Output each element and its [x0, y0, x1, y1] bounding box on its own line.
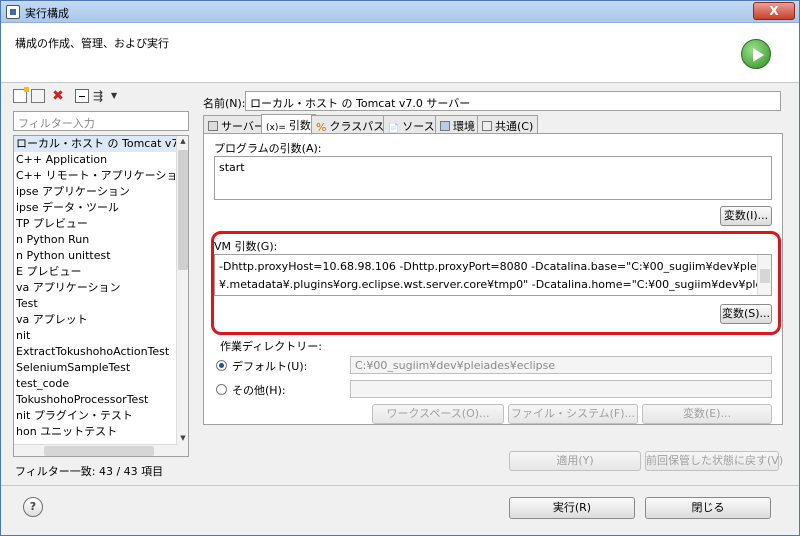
other-dir-label: その他(H):: [232, 384, 286, 397]
tree-item[interactable]: TP プレビュー: [14, 216, 178, 232]
name-label: 名前(N):: [203, 97, 246, 110]
header-description: 構成の作成、管理、および実行: [15, 37, 169, 50]
window-title: 実行構成: [25, 7, 69, 20]
name-field[interactable]: ローカル・ホスト の Tomcat v7.0 サーバー: [245, 91, 781, 111]
run-button[interactable]: 実行(R): [509, 497, 635, 519]
apply-button[interactable]: 適用(Y): [509, 451, 641, 471]
duplicate-config-icon[interactable]: [31, 89, 45, 103]
default-dir-label: デフォルト(U):: [232, 360, 308, 373]
filesystem-button[interactable]: ファイル・システム(F)...: [508, 404, 638, 424]
tree-item[interactable]: TokushohoProcessorTest: [14, 392, 178, 408]
tree-item[interactable]: ExtractTokushohoActionTest: [14, 344, 178, 360]
config-editor-pane: 名前(N): ローカル・ホスト の Tomcat v7.0 サーバー サーバー …: [197, 87, 787, 477]
program-args-textarea[interactable]: start: [214, 156, 772, 200]
tree-item[interactable]: C++ リモート・アプリケーション: [14, 168, 178, 184]
revert-button[interactable]: 前回保管した状態に戻す(V): [645, 451, 783, 471]
tree-item[interactable]: test_code: [14, 376, 178, 392]
title-bar: 実行構成 X: [1, 1, 799, 23]
config-tabs: サーバー (x)= 引数 % クラスパス 📄 ソース 環境 共通(C): [203, 114, 783, 135]
other-dir-radio[interactable]: [216, 384, 227, 395]
default-dir-radio[interactable]: [216, 360, 227, 371]
hscroll-thumb[interactable]: [44, 446, 154, 456]
new-config-icon[interactable]: [13, 87, 29, 103]
filter-icon[interactable]: ⇶: [93, 89, 107, 103]
server-icon: [208, 121, 218, 131]
scroll-thumb[interactable]: [178, 150, 188, 270]
config-toolbar: ✖ ⇶ ▼: [11, 87, 191, 107]
tab-environment[interactable]: 環境: [435, 115, 480, 133]
delete-config-icon[interactable]: ✖: [51, 89, 65, 103]
view-menu-chevron-down-icon[interactable]: ▼: [111, 89, 125, 103]
common-icon: [482, 121, 492, 131]
config-list-pane: ✖ ⇶ ▼ フィルター入力 ローカル・ホスト の Tomcat v7.0 サ C…: [11, 87, 191, 478]
tab-classpath[interactable]: % クラスパス: [311, 115, 390, 134]
tree-item[interactable]: C++ Application: [14, 152, 178, 168]
default-dir-field: C:¥00_sugiim¥dev¥pleiades¥eclipse: [350, 356, 772, 374]
vm-args-highlight: [211, 231, 781, 335]
tree-item[interactable]: n Python unittest: [14, 248, 178, 264]
app-icon: [6, 5, 20, 19]
tree-horizontal-scrollbar[interactable]: [14, 444, 178, 456]
tree-item-tomcat[interactable]: ローカル・ホスト の Tomcat v7.0 サ: [14, 136, 178, 152]
environment-icon: [440, 121, 450, 131]
workspace-button[interactable]: ワークスペース(O)...: [372, 404, 504, 424]
tree-item[interactable]: SeleniumSampleTest: [14, 360, 178, 376]
tree-item[interactable]: Test: [14, 296, 178, 312]
filter-count: フィルター一致: 43 / 43 項目: [15, 465, 164, 478]
collapse-all-icon[interactable]: [75, 89, 89, 103]
tree-item[interactable]: hon ユニットテスト: [14, 424, 178, 440]
tree-item[interactable]: n Python Run: [14, 232, 178, 248]
config-tree: ローカル・ホスト の Tomcat v7.0 サ C++ Application…: [13, 135, 189, 457]
arguments-icon: (x)=: [266, 123, 286, 133]
tree-vertical-scrollbar[interactable]: ▲ ▼: [176, 136, 188, 456]
variables-button[interactable]: 変数(E)...: [642, 404, 772, 424]
filter-input[interactable]: フィルター入力: [13, 111, 189, 131]
program-args-label: プログラムの引数(A):: [214, 142, 322, 155]
scroll-down-icon[interactable]: ▼: [179, 434, 187, 442]
tab-common[interactable]: 共通(C): [477, 115, 539, 133]
tab-server[interactable]: サーバー: [203, 115, 270, 133]
tree-item[interactable]: va アプレット: [14, 312, 178, 328]
tab-arguments[interactable]: (x)= 引数: [261, 114, 316, 134]
tree-item[interactable]: nit プラグイン・テスト: [14, 408, 178, 424]
tree-item[interactable]: E プレビュー: [14, 264, 178, 280]
other-dir-field: [350, 380, 772, 398]
help-icon[interactable]: ?: [23, 497, 43, 517]
working-directory-label: 作業ディレクトリー:: [218, 338, 324, 354]
tab-source[interactable]: 📄 ソース: [383, 115, 440, 134]
classpath-icon: %: [316, 121, 327, 134]
footer-separator: [1, 485, 799, 486]
window-close-button[interactable]: X: [753, 2, 795, 20]
close-button[interactable]: 閉じる: [645, 497, 771, 519]
scroll-up-icon[interactable]: ▲: [179, 137, 187, 145]
run-icon: [741, 39, 771, 69]
tree-item[interactable]: ipse データ・ツール: [14, 200, 178, 216]
tree-item[interactable]: ipse アプリケーション: [14, 184, 178, 200]
dialog-header: 構成の作成、管理、および実行: [1, 23, 799, 83]
program-variables-button[interactable]: 変数(I)...: [720, 206, 772, 226]
tree-item[interactable]: nit: [14, 328, 178, 344]
launch-config-dialog: 実行構成 X 構成の作成、管理、および実行 ✖ ⇶ ▼ フィルター入力 ローカル…: [0, 0, 800, 536]
tree-item[interactable]: va アプリケーション: [14, 280, 178, 296]
